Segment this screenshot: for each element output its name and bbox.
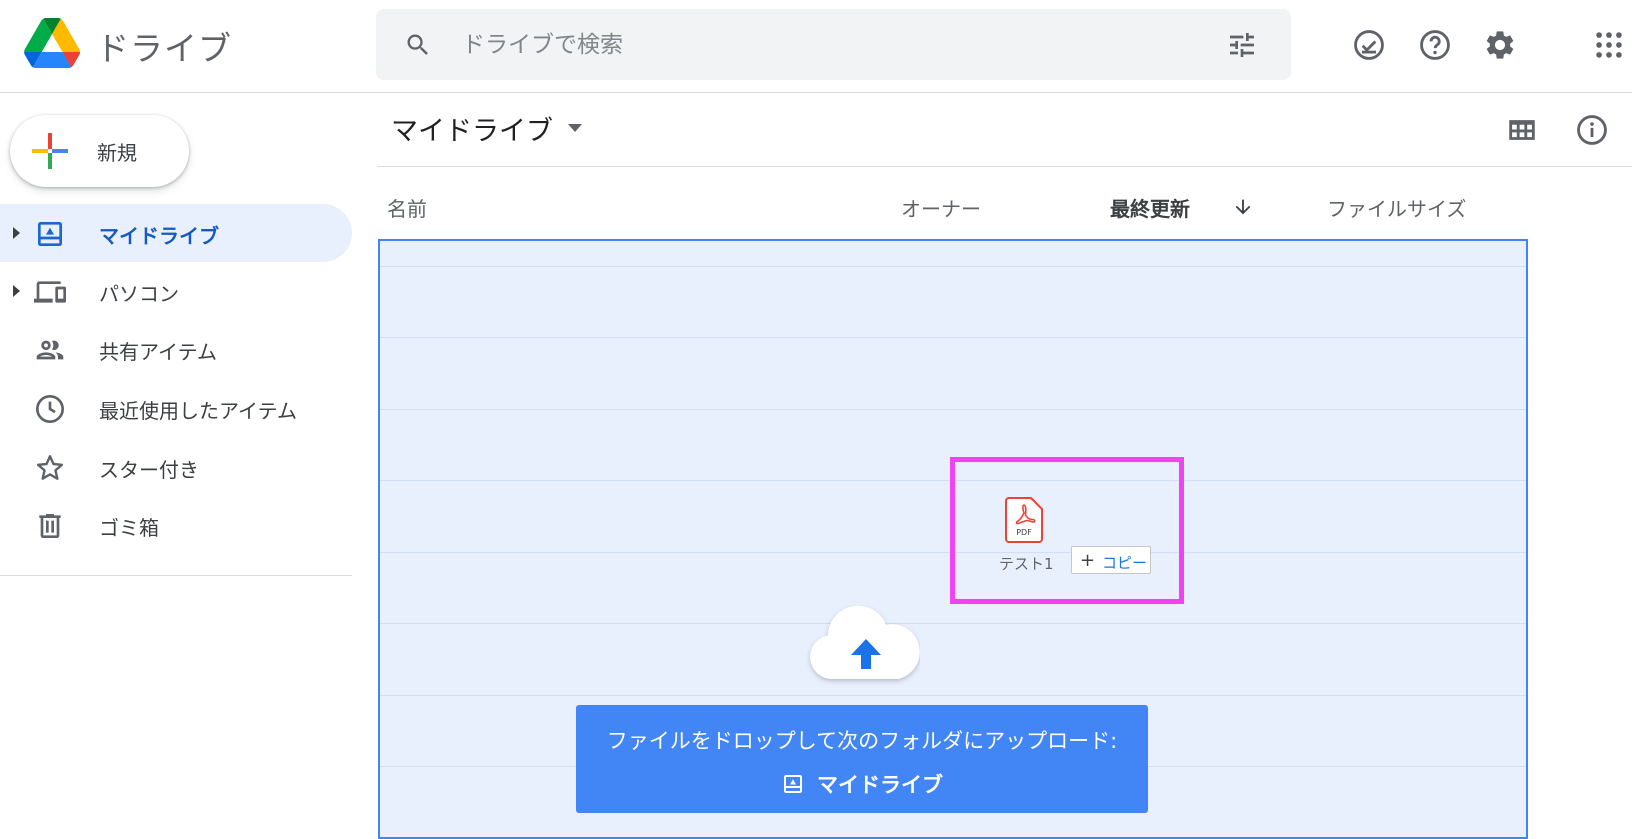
expand-caret-icon[interactable]	[12, 226, 22, 240]
row-divider	[380, 337, 1526, 338]
sidebar-item-my-drive[interactable]: マイドライブ	[0, 204, 352, 262]
info-icon[interactable]	[1575, 113, 1609, 147]
apps-grid-icon[interactable]	[1592, 28, 1626, 62]
computers-icon	[34, 281, 66, 303]
sort-arrow-down-icon[interactable]	[1232, 196, 1254, 218]
app-title: ドライブ	[96, 29, 232, 68]
row-divider	[380, 266, 1526, 267]
search-icon[interactable]	[404, 31, 432, 59]
sidebar-item-label: マイドライブ	[99, 224, 219, 248]
copy-badge: + コピー	[1071, 546, 1151, 574]
dragged-file-name: テスト1	[999, 555, 1054, 573]
sidebar-item-label: ゴミ箱	[99, 516, 159, 540]
row-divider	[380, 409, 1526, 410]
column-header-modified[interactable]: 最終更新	[1110, 193, 1190, 222]
shared-people-icon	[36, 340, 64, 360]
main-header: マイドライブ	[377, 93, 1632, 167]
column-header-size[interactable]: ファイルサイズ	[1327, 193, 1466, 222]
row-divider	[380, 623, 1526, 624]
new-button-label: 新規	[97, 141, 137, 165]
upload-message: ファイルをドロップして次のフォルダにアップロード:	[606, 729, 1118, 753]
search-input[interactable]	[462, 25, 1182, 65]
sidebar-item-label: 共有アイテム	[99, 340, 217, 364]
dragged-file-highlight: PDF テスト1 + コピー	[950, 457, 1184, 604]
copy-label: コピー	[1102, 554, 1148, 572]
sidebar-item-label: スター付き	[99, 458, 199, 482]
drive-logo-icon[interactable]	[24, 18, 80, 68]
pdf-type-label: PDF	[1016, 528, 1032, 537]
sidebar-item-starred[interactable]: スター付き	[0, 438, 352, 496]
plus-icon	[32, 133, 68, 169]
sidebar-item-recent[interactable]: 最近使用したアイテム	[0, 379, 352, 437]
column-headers: 名前 オーナー 最終更新 ファイルサイズ	[377, 168, 1529, 238]
sidebar-divider	[0, 575, 352, 576]
upload-drop-panel: ファイルをドロップして次のフォルダにアップロード: マイドライブ	[576, 705, 1148, 813]
row-divider	[380, 695, 1526, 696]
search-options-icon[interactable]	[1226, 29, 1258, 61]
search-bar[interactable]	[376, 9, 1291, 80]
column-header-owner[interactable]: オーナー	[901, 193, 981, 222]
expand-caret-icon[interactable]	[12, 284, 22, 298]
trash-icon	[39, 514, 61, 538]
chevron-down-icon[interactable]	[567, 123, 583, 133]
clock-icon	[36, 395, 64, 423]
sidebar-item-computers[interactable]: パソコン	[0, 262, 352, 320]
offline-ready-icon[interactable]	[1352, 28, 1386, 62]
sidebar-item-trash[interactable]: ゴミ箱	[0, 496, 352, 554]
top-bar: ドライブ	[0, 0, 1632, 93]
my-drive-icon	[38, 222, 62, 246]
column-header-name[interactable]: 名前	[387, 193, 427, 222]
sidebar-item-shared[interactable]: 共有アイテム	[0, 320, 352, 378]
grid-view-icon[interactable]	[1505, 113, 1539, 147]
sidebar-item-label: パソコン	[99, 282, 179, 306]
star-icon	[36, 455, 64, 480]
help-icon[interactable]	[1418, 28, 1452, 62]
upload-cloud-icon	[810, 605, 920, 679]
my-drive-icon	[784, 775, 802, 793]
new-button[interactable]: 新規	[10, 115, 189, 187]
upload-target: マイドライブ	[576, 769, 1148, 799]
pdf-file-icon: PDF	[1005, 497, 1043, 543]
settings-gear-icon[interactable]	[1483, 28, 1517, 62]
breadcrumb[interactable]: マイドライブ	[391, 109, 553, 148]
sidebar-item-label: 最近使用したアイテム	[99, 399, 297, 423]
plus-icon: +	[1080, 550, 1096, 571]
sidebar: 新規 マイドライブ パソコン 共有アイテム 最近使用したアイテム スター付き ゴ…	[0, 93, 352, 836]
upload-target-label: マイドライブ	[817, 773, 943, 797]
